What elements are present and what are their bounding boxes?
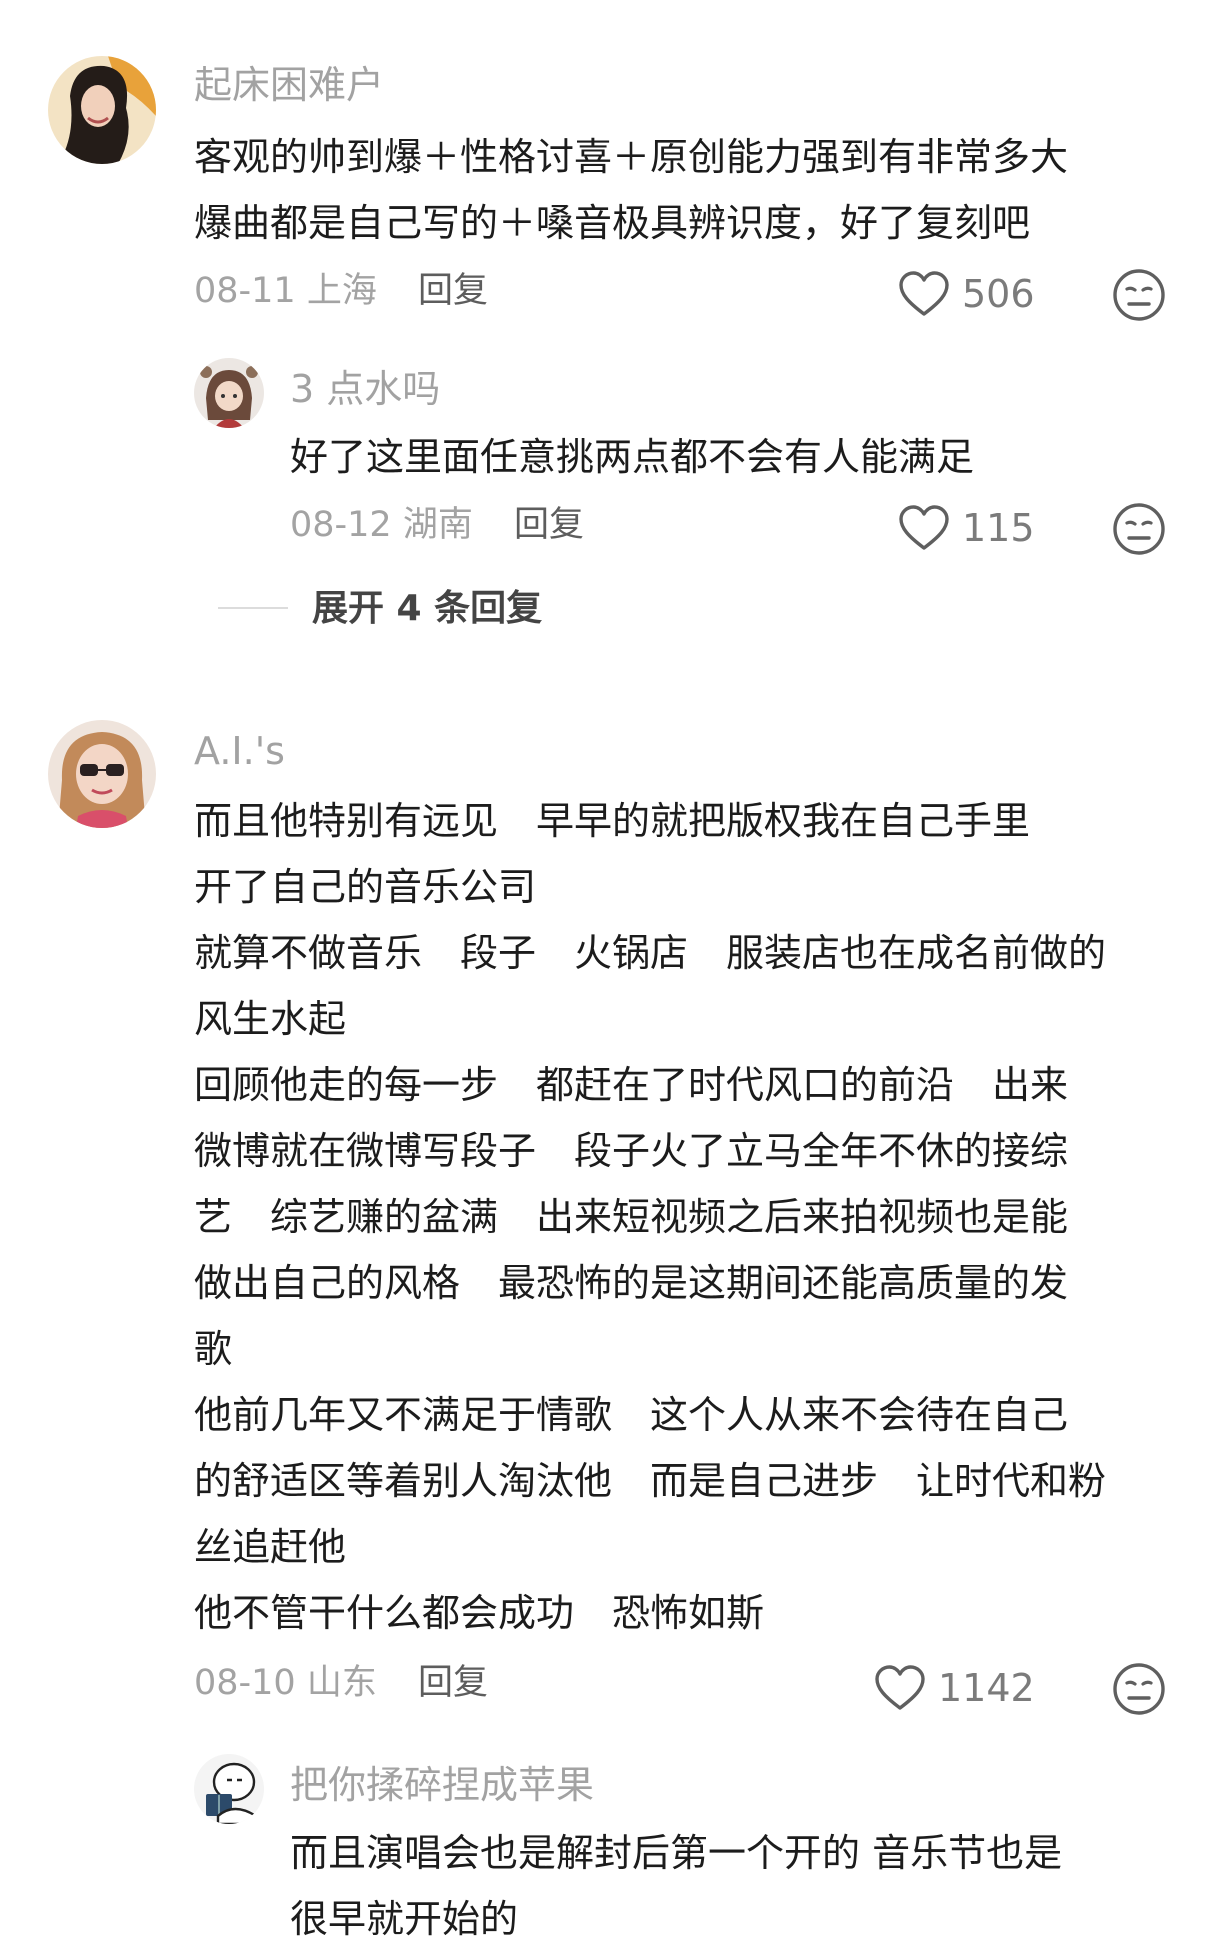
dislike-button[interactable]	[1112, 1662, 1166, 1720]
comment-line: 丝追赶他	[194, 1525, 347, 1569]
reply-button[interactable]: 回复	[418, 271, 488, 311]
like-button[interactable]: 115	[898, 504, 1035, 552]
comment-line: 客观的帅到爆＋性格讨喜＋原创能力强到有非常多大	[194, 135, 1069, 179]
reply-button[interactable]: 回复	[418, 1663, 488, 1703]
heart-outline-icon	[875, 1665, 925, 1710]
reply-line: 好了这里面任意挑两点都不会有人能满足	[290, 435, 975, 479]
comment-line: 他前几年又不满足于情歌 这个人从来不会待在自己	[194, 1393, 1069, 1437]
reply-location: 湖南	[402, 505, 473, 545]
comment-line: 艺 综艺赚的盆满 出来短视频之后来拍视频也是能	[194, 1195, 1069, 1239]
avatar[interactable]	[194, 358, 264, 428]
meh-face-icon	[1113, 503, 1165, 555]
comment-line: 爆曲都是自己写的＋嗓音极具辨识度，好了复刻吧	[194, 201, 1031, 245]
avatar[interactable]	[48, 56, 156, 164]
dislike-button[interactable]	[1112, 268, 1166, 326]
comment-line: 风生水起	[194, 997, 347, 1041]
comment-line: 他不管干什么都会成功 恐怖如斯	[194, 1591, 765, 1635]
meh-face-icon	[1113, 269, 1165, 321]
reply-line: 很早就开始的	[290, 1897, 519, 1941]
like-count: 1142	[938, 1666, 1035, 1710]
comment-line: 回顾他走的每一步 都赶在了时代风口的前沿 出来	[194, 1063, 1069, 1107]
reply-button[interactable]: 回复	[514, 505, 584, 545]
meh-face-icon	[1113, 1663, 1165, 1715]
avatar[interactable]	[194, 1754, 264, 1824]
dislike-button[interactable]	[1112, 502, 1166, 560]
comment-content: 客观的帅到爆＋性格讨喜＋原创能力强到有非常多大 爆曲都是自己写的＋嗓音极具辨识度…	[194, 124, 1174, 256]
like-count: 506	[962, 272, 1035, 316]
comment-content: 而且他特别有远见 早早的就把版权我在自己手里 开了自己的音乐公司 就算不做音乐 …	[194, 788, 1184, 1646]
comment-location: 山东	[306, 1663, 377, 1703]
reply-meta: 08-12 湖南 回复	[290, 508, 584, 543]
reply-content: 而且演唱会也是解封后第一个开的 音乐节也是 很早就开始的	[290, 1820, 1180, 1952]
reply-username[interactable]: 把你揉碎捏成苹果	[290, 1766, 594, 1804]
like-count: 115	[962, 506, 1035, 550]
comment-line: 微博就在微博写段子 段子火了立马全年不休的接综	[194, 1129, 1069, 1173]
reply-content: 好了这里面任意挑两点都不会有人能满足	[290, 424, 1170, 490]
comment-username[interactable]: 起床困难户	[194, 66, 384, 104]
comment-line: 的舒适区等着别人淘汰他 而是自己进步 让时代和粉	[194, 1459, 1107, 1503]
comment-meta: 08-10 山东 回复	[194, 1666, 488, 1701]
comment-location: 上海	[306, 271, 377, 311]
avatar[interactable]	[48, 720, 156, 828]
like-button[interactable]: 1142	[874, 1664, 1035, 1712]
comment-meta: 08-11 上海 回复	[194, 274, 488, 309]
heart-outline-icon	[899, 505, 949, 550]
comment-line: 就算不做音乐 段子 火锅店 服装店也在成名前做的	[194, 931, 1107, 975]
divider	[218, 607, 288, 609]
comment-line: 而且他特别有远见 早早的就把版权我在自己手里	[194, 799, 1031, 843]
comment-line: 开了自己的音乐公司	[194, 865, 537, 909]
comment-line: 做出自己的风格 最恐怖的是这期间还能高质量的发	[194, 1261, 1069, 1305]
like-button[interactable]: 506	[898, 270, 1035, 318]
comment-line: 歌	[194, 1327, 233, 1371]
comment-username[interactable]: A.I.'s	[194, 732, 285, 770]
reply-line: 而且演唱会也是解封后第一个开的 音乐节也是	[290, 1831, 1063, 1875]
comment-date: 08-10	[194, 1663, 296, 1703]
comment-date: 08-11	[194, 271, 296, 311]
expand-replies-button[interactable]: 展开 4 条回复	[312, 591, 542, 627]
heart-outline-icon	[899, 271, 949, 316]
reply-username[interactable]: 3 点水吗	[290, 370, 440, 408]
reply-date: 08-12	[290, 505, 392, 545]
